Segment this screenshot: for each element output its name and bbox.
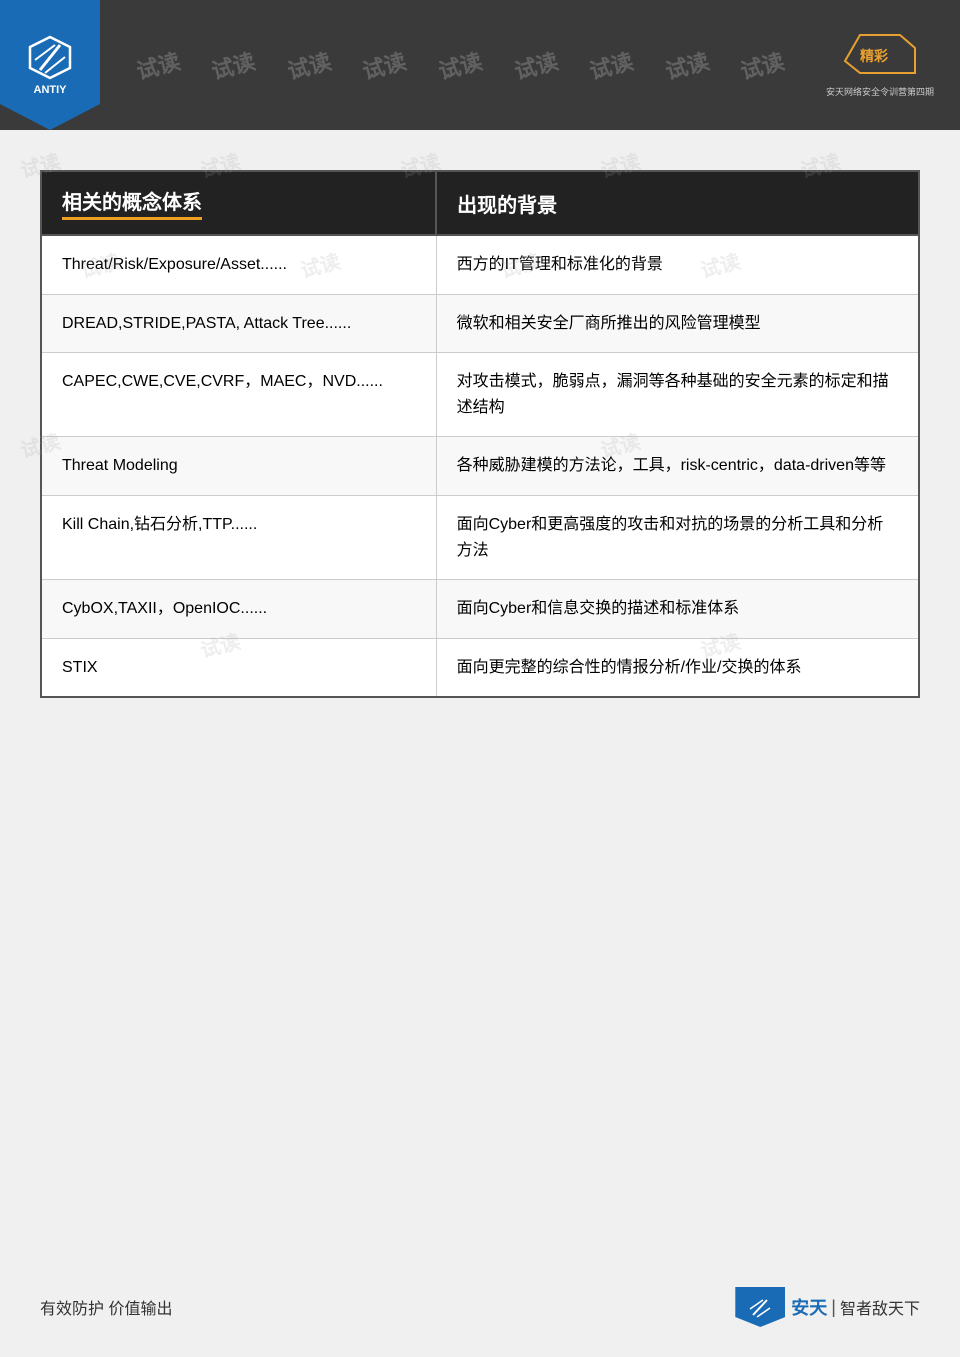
col1-header: 相关的概念体系 (41, 171, 436, 235)
footer-logo-icon (735, 1287, 785, 1327)
logo-box: ANTIY (0, 0, 100, 130)
table-cell-right: 面向Cyber和信息交换的描述和标准体系 (436, 580, 919, 639)
main-content: 试读 试读 试读 试读 试读 试读 试读 试读 试读 试读 试读 试读 试读 试… (0, 130, 960, 728)
logo-icon (25, 35, 75, 80)
table-cell-right: 西方的IT管理和标准化的背景 (436, 235, 919, 294)
table-cell-right: 面向更完整的综合性的情报分析/作业/交换的体系 (436, 638, 919, 697)
footer-logo-svg (745, 1295, 775, 1320)
watermark-2: 试读 (208, 44, 259, 86)
watermark-9: 试读 (737, 44, 788, 86)
watermark-7: 试读 (586, 44, 637, 86)
footer-brand-antiy: 安天 (791, 1294, 827, 1320)
logo-text: ANTIY (34, 84, 67, 96)
watermark-8: 试读 (661, 44, 712, 86)
footer-brand: 安天 | 智者敌天下 (791, 1294, 920, 1320)
table-cell-left: DREAD,STRIDE,PASTA, Attack Tree...... (41, 294, 436, 353)
watermark-1: 试读 (132, 44, 183, 86)
table-cell-left: STIX (41, 638, 436, 697)
table-row: Threat Modeling各种威胁建模的方法论，工具，risk-centri… (41, 437, 919, 496)
table-row: CybOX,TAXII，OpenIOC......面向Cyber和信息交换的描述… (41, 580, 919, 639)
table-cell-left: Kill Chain,钻石分析,TTP...... (41, 495, 436, 579)
footer-slogan: 有效防护 价值输出 (40, 1295, 172, 1319)
concept-table: 相关的概念体系 出现的背景 Threat/Risk/Exposure/Asset… (40, 170, 920, 698)
table-row: Threat/Risk/Exposure/Asset......西方的IT管理和… (41, 235, 919, 294)
footer-brand-slogan: 智者敌天下 (840, 1295, 920, 1319)
header: ANTIY 试读 试读 试读 试读 试读 试读 试读 试读 试读 精彩 安天网络… (0, 0, 960, 130)
table-cell-left: Threat/Risk/Exposure/Asset...... (41, 235, 436, 294)
footer: 有效防护 价值输出 安天 | 智者敌天下 (0, 1287, 960, 1327)
col2-header: 出现的背景 (436, 171, 919, 235)
table-cell-right: 各种威胁建模的方法论，工具，risk-centric，data-driven等等 (436, 437, 919, 496)
table-row: CAPEC,CWE,CVE,CVRF，MAEC，NVD......对攻击模式，脆… (41, 353, 919, 437)
table-cell-left: CybOX,TAXII，OpenIOC...... (41, 580, 436, 639)
right-logo-icon: 精彩 (840, 33, 920, 83)
watermark-3: 试读 (283, 44, 334, 86)
svg-text:精彩: 精彩 (860, 48, 888, 64)
table-cell-left: CAPEC,CWE,CVE,CVRF，MAEC，NVD...... (41, 353, 436, 437)
table-cell-right: 对攻击模式，脆弱点，漏洞等各种基础的安全元素的标定和描述结构 (436, 353, 919, 437)
table-row: STIX面向更完整的综合性的情报分析/作业/交换的体系 (41, 638, 919, 697)
table-row: DREAD,STRIDE,PASTA, Attack Tree......微软和… (41, 294, 919, 353)
header-watermarks: 试读 试读 试读 试读 试读 试读 试读 试读 试读 (100, 49, 820, 81)
watermark-5: 试读 (435, 44, 486, 86)
footer-logo: 安天 | 智者敌天下 (735, 1287, 920, 1327)
header-right-logo: 精彩 安天网络安全令训营第四期 (820, 25, 940, 105)
brand-sub: 安天网络安全令训营第四期 (826, 85, 934, 98)
table-cell-right: 面向Cyber和更高强度的攻击和对抗的场景的分析工具和分析方法 (436, 495, 919, 579)
watermark-6: 试读 (510, 44, 561, 86)
watermark-4: 试读 (359, 44, 410, 86)
table-row: Kill Chain,钻石分析,TTP......面向Cyber和更高强度的攻击… (41, 495, 919, 579)
table-cell-right: 微软和相关安全厂商所推出的风险管理模型 (436, 294, 919, 353)
footer-brand-divider: | (831, 1297, 836, 1318)
table-cell-left: Threat Modeling (41, 437, 436, 496)
